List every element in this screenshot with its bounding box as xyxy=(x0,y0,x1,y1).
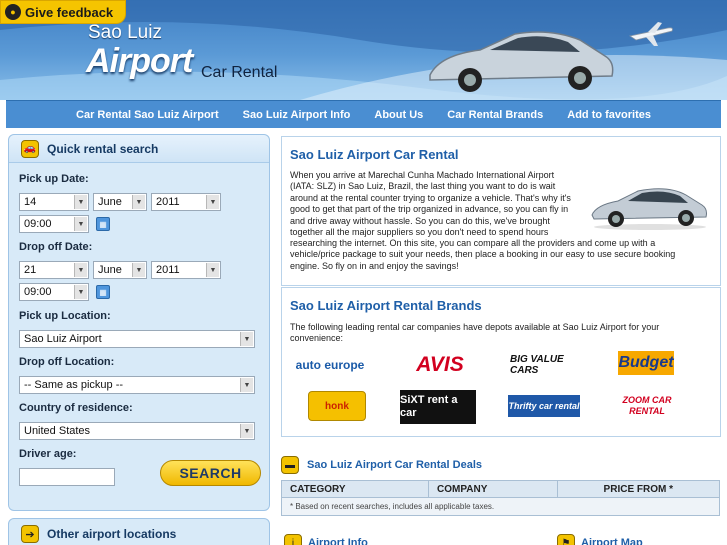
other-locations-title: Other airport locations xyxy=(47,527,177,541)
dropoff-calendar-icon[interactable]: ▦ xyxy=(96,285,110,299)
other-locations-panel[interactable]: ➔ Other airport locations xyxy=(8,518,270,545)
logo-airport: Airport xyxy=(86,42,193,80)
country-label: Country of residence: xyxy=(19,402,133,414)
quick-search-title: Quick rental search xyxy=(47,141,159,156)
deals-table: CATEGORY COMPANY PRICE FROM * * Based on… xyxy=(281,480,720,516)
dropdown-arrow-icon: ▼ xyxy=(206,195,219,209)
map-pin-icon: ⚑ xyxy=(557,534,575,545)
pickup-day-select[interactable]: 14 ▼ xyxy=(19,193,89,211)
nav-rental-brands[interactable]: Car Rental Brands xyxy=(447,109,543,121)
intro-text-1: When you arrive at Marechal Cunha Machad… xyxy=(290,170,571,238)
main-nav: Car Rental Sao Luiz Airport Sao Luiz Air… xyxy=(6,100,721,128)
dropdown-arrow-icon: ▼ xyxy=(74,285,87,299)
dropdown-arrow-icon: ▼ xyxy=(206,263,219,277)
pickup-year-select[interactable]: 2011 ▼ xyxy=(151,193,221,211)
give-feedback-button[interactable]: ● Give feedback xyxy=(0,0,127,24)
pickup-date-label: Pick up Date: xyxy=(19,173,89,185)
nav-airport-info[interactable]: Sao Luiz Airport Info xyxy=(243,109,351,121)
site-header: Sao Luiz Airport Car Rental ● Give feedb… xyxy=(0,0,727,100)
arrow-right-icon: ➔ xyxy=(21,525,39,543)
logo-location: Sao Luiz xyxy=(88,22,162,43)
dropdown-arrow-icon: ▼ xyxy=(74,195,87,209)
dropoff-location-label: Drop off Location: xyxy=(19,356,115,368)
airport-map-label: Airport Map xyxy=(581,537,643,545)
dropoff-location-select[interactable]: -- Same as pickup -- ▼ xyxy=(19,376,255,394)
car-icon: 🚗 xyxy=(21,139,39,158)
brand-logo-avis[interactable]: AVIS xyxy=(410,352,470,378)
country-value: United States xyxy=(24,425,91,437)
country-select[interactable]: United States ▼ xyxy=(19,422,255,440)
header-car-image xyxy=(429,31,614,92)
dropoff-year-value: 2011 xyxy=(156,264,180,276)
dropdown-arrow-icon: ▼ xyxy=(74,263,87,277)
speech-bubble-icon: ● xyxy=(5,4,21,20)
airport-info-label: Airport Info xyxy=(308,537,368,545)
brand-logo-honk[interactable]: honk xyxy=(308,391,366,421)
pickup-location-value: Sao Luiz Airport xyxy=(24,333,102,345)
brands-box: Sao Luiz Airport Rental Brands The follo… xyxy=(281,287,721,437)
dropdown-arrow-icon: ▼ xyxy=(240,424,253,438)
intro-title: Sao Luiz Airport Car Rental xyxy=(290,147,459,162)
brand-logo-budget[interactable]: Budget xyxy=(618,351,674,375)
quick-search-panel: 🚗 Quick rental search Pick up Date: 14 ▼ … xyxy=(8,134,270,511)
dropdown-arrow-icon: ▼ xyxy=(240,332,253,346)
deals-table-header: CATEGORY COMPANY PRICE FROM * xyxy=(281,480,720,498)
brands-title: Sao Luiz Airport Rental Brands xyxy=(290,298,482,313)
header-plane-image xyxy=(628,22,673,46)
brand-logo-zoom[interactable]: ZOOM CAR RENTAL xyxy=(616,393,678,419)
deals-header: ▬ Sao Luiz Airport Car Rental Deals xyxy=(281,456,482,474)
brand-logo-thrifty[interactable]: Thrifty car rental xyxy=(508,395,580,417)
deals-note: * Based on recent searches, includes all… xyxy=(281,498,720,516)
pickup-day-value: 14 xyxy=(24,196,37,208)
col-company: COMPANY xyxy=(429,481,558,497)
page: Sao Luiz Airport Car Rental ● Give feedb… xyxy=(0,0,727,545)
intro-text-2: researching the internet. On this site, … xyxy=(290,238,676,271)
dropoff-date-label: Drop off Date: xyxy=(19,241,93,253)
pickup-time-value: 09:00 xyxy=(24,218,52,230)
dropdown-arrow-icon: ▼ xyxy=(240,378,253,392)
pickup-location-select[interactable]: Sao Luiz Airport ▼ xyxy=(19,330,255,348)
intro-box: Sao Luiz Airport Car Rental When you arr… xyxy=(281,136,721,286)
briefcase-icon: ▬ xyxy=(281,456,299,474)
brand-logo-bigvaluecars[interactable]: BIG VALUE CARS xyxy=(510,354,574,376)
driver-age-label: Driver age: xyxy=(19,448,77,460)
nav-add-favorites[interactable]: Add to favorites xyxy=(567,109,651,121)
dropoff-time-value: 09:00 xyxy=(24,286,52,298)
airport-map-link[interactable]: ⚑ Airport Map xyxy=(557,534,643,545)
col-price: PRICE FROM * xyxy=(603,483,673,495)
give-feedback-label: Give feedback xyxy=(25,4,114,20)
pickup-location-label: Pick up Location: xyxy=(19,310,111,322)
pickup-month-select[interactable]: June ▼ xyxy=(93,193,147,211)
dropoff-day-value: 21 xyxy=(24,264,37,276)
driver-age-input[interactable] xyxy=(19,468,115,486)
dropoff-month-select[interactable]: June ▼ xyxy=(93,261,147,279)
brands-text: The following leading rental car compani… xyxy=(290,322,660,343)
dropoff-day-select[interactable]: 21 ▼ xyxy=(19,261,89,279)
nav-about-us[interactable]: About Us xyxy=(374,109,423,121)
dropdown-arrow-icon: ▼ xyxy=(132,263,145,277)
dropdown-arrow-icon: ▼ xyxy=(132,195,145,209)
logo-car-rental: Car Rental xyxy=(201,64,278,81)
col-category: CATEGORY xyxy=(282,481,429,497)
pickup-time-select[interactable]: 09:00 ▼ xyxy=(19,215,89,233)
nav-car-rental[interactable]: Car Rental Sao Luiz Airport xyxy=(76,109,219,121)
deals-title: Sao Luiz Airport Car Rental Deals xyxy=(307,459,483,471)
pickup-month-value: June xyxy=(98,196,122,208)
other-locations-header: ➔ Other airport locations xyxy=(9,519,269,543)
intro-car-image xyxy=(591,188,707,230)
brand-logo-sixt[interactable]: SiXT rent a car xyxy=(400,390,476,424)
quick-search-header: 🚗 Quick rental search xyxy=(9,135,269,163)
pickup-year-value: 2011 xyxy=(156,196,180,208)
dropoff-month-value: June xyxy=(98,264,122,276)
dropdown-arrow-icon: ▼ xyxy=(74,217,87,231)
brand-logo-autoeurope[interactable]: auto europe xyxy=(290,354,370,376)
pickup-calendar-icon[interactable]: ▦ xyxy=(96,217,110,231)
dropoff-year-select[interactable]: 2011 ▼ xyxy=(151,261,221,279)
search-button[interactable]: SEARCH xyxy=(160,460,261,486)
info-icon: i xyxy=(284,534,302,545)
dropoff-location-value: -- Same as pickup -- xyxy=(24,379,124,391)
airport-info-link[interactable]: i Airport Info xyxy=(284,534,368,545)
dropoff-time-select[interactable]: 09:00 ▼ xyxy=(19,283,89,301)
